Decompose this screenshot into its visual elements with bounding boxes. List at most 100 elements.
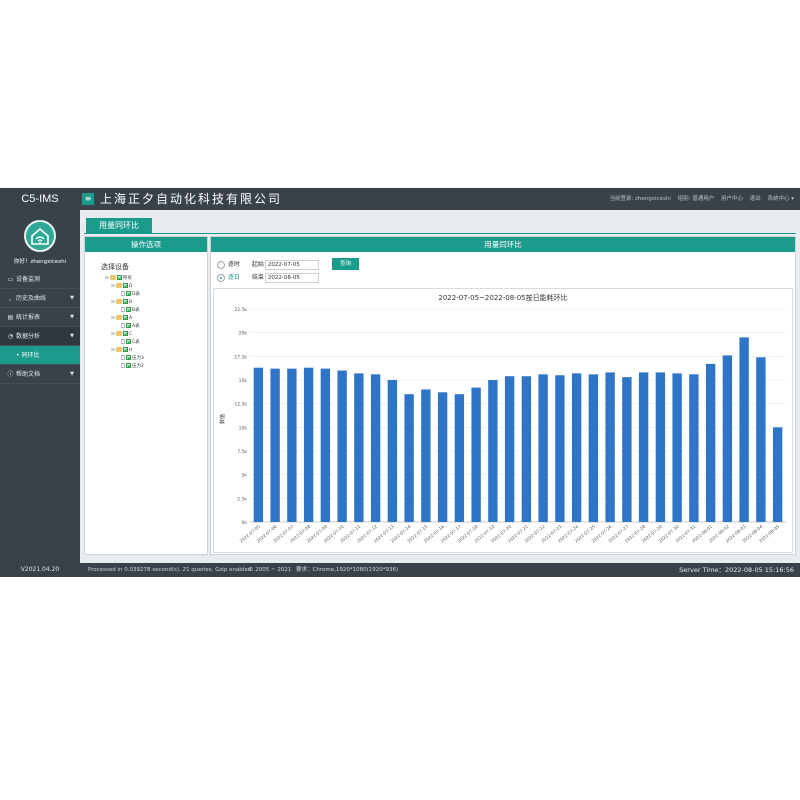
start-date-input[interactable]: 2022-07-05 (264, 260, 319, 270)
bar[interactable] (689, 374, 699, 522)
tree-node[interactable]: C表 (101, 339, 207, 347)
brand-logo: C5-IMS (21, 193, 59, 205)
checkbox[interactable] (123, 315, 128, 320)
sidebar-item-yoy[interactable]: • 同环比 (0, 346, 80, 365)
query-button[interactable]: 查询 (332, 258, 359, 270)
radio-hourly[interactable] (217, 261, 225, 269)
checkbox[interactable] (126, 291, 131, 296)
tree-node[interactable]: 压力2 (101, 363, 207, 371)
avatar (24, 220, 56, 252)
sidebar-nav: ▭ 设备监测 ⌞ 历史及曲线 ▼ ▤ 统计报表 ▼ ◔ 数据分析 ▼ • 同环比 ⓘ 帮助… (0, 270, 80, 384)
bar[interactable] (471, 387, 481, 522)
folder-icon (116, 331, 122, 336)
checkbox[interactable] (126, 355, 131, 360)
bar[interactable] (421, 389, 431, 522)
bar[interactable] (588, 374, 599, 522)
chevron-down-icon: ▼ (70, 333, 74, 339)
bar[interactable] (303, 367, 314, 522)
logout-link[interactable]: 退出 (750, 196, 761, 202)
bar[interactable] (488, 380, 498, 522)
chart-icon: ⌞ (9, 295, 12, 302)
chevron-down-icon: ▼ (70, 371, 74, 377)
bar[interactable] (387, 380, 398, 522)
sidebar-item-analysis[interactable]: ◔ 数据分析 ▼ (0, 327, 80, 346)
sidebar-item-help[interactable]: ⓘ 帮助文档 ▼ (0, 365, 80, 384)
user-center-link[interactable]: 用户中心 (721, 196, 743, 202)
query-form: 逐时 起始 2022-07-05 逐日 结束 2022-08-05 (217, 259, 319, 285)
house-wifi-icon (31, 227, 49, 245)
tree-node[interactable]: ⊟ C (101, 331, 207, 339)
bar[interactable] (756, 357, 766, 522)
checkbox[interactable] (126, 339, 131, 344)
bar[interactable] (622, 377, 632, 522)
tree-node[interactable]: ⊟ D (101, 283, 207, 291)
bar[interactable] (705, 363, 716, 522)
help-icon: ⓘ (7, 371, 14, 378)
sidebar-item-history[interactable]: ⌞ 历史及曲线 ▼ (0, 289, 80, 308)
footer-browser-requirement: 要求：Chrome,1920*1080(1920*936) (296, 567, 399, 573)
y-tick-label: 22.5k (234, 307, 247, 313)
system-center-menu[interactable]: 系统中心 ▾ (767, 196, 794, 202)
bar[interactable] (605, 372, 615, 522)
checkbox[interactable] (123, 283, 128, 288)
y-tick-label: 2.5k (237, 496, 247, 502)
bar[interactable] (253, 367, 264, 522)
bar[interactable] (672, 373, 682, 522)
bar[interactable] (772, 427, 783, 522)
top-header: C5-IMS ≡ 上海正夕自动化科技有限公司 当前登录: zhengxicesh… (0, 188, 800, 210)
bar[interactable] (287, 368, 297, 522)
checkbox[interactable] (126, 323, 131, 328)
end-date-input[interactable]: 2022-08-05 (264, 273, 319, 283)
bar[interactable] (655, 372, 666, 522)
y-tick-label: 12.5k (234, 402, 247, 408)
bar[interactable] (538, 374, 548, 522)
bar[interactable] (739, 337, 749, 522)
bar[interactable] (270, 368, 280, 522)
analysis-panel-title: 用量同环比 (211, 237, 795, 252)
checkbox[interactable] (126, 307, 131, 312)
tab-usage-yoy[interactable]: 用量同环比 (86, 218, 152, 233)
checkbox[interactable] (117, 275, 122, 280)
checkbox[interactable] (123, 299, 128, 304)
bar[interactable] (638, 372, 649, 522)
bar[interactable] (370, 374, 381, 522)
bar[interactable] (504, 376, 515, 522)
tree-node[interactable]: ⊟ 所有 (101, 275, 207, 283)
bar[interactable] (555, 375, 565, 522)
bar[interactable] (722, 355, 733, 522)
monitor-icon: ▭ (7, 276, 14, 283)
bar[interactable] (454, 394, 465, 522)
checkbox[interactable] (123, 331, 128, 336)
bar[interactable] (337, 370, 347, 522)
bar[interactable] (521, 376, 532, 522)
server-time: Server Time：2022-08-05 15:16:56 (679, 566, 794, 574)
bar[interactable] (437, 392, 448, 522)
group-info: 组别: 普通用户 (677, 196, 715, 202)
chart-container: 2022-07-05~2022-08-05按日能耗环比 数值 0k 2.5k 5k 7… (213, 288, 793, 553)
tree-node[interactable]: B表 (101, 307, 207, 315)
tree-title: 选择设备 (101, 263, 129, 271)
checkbox[interactable] (123, 347, 128, 352)
tree-node[interactable]: D表 (101, 291, 207, 299)
footer-processed: Processed in 0.039278 second(s), 21 quer… (88, 567, 253, 573)
document-icon (121, 307, 125, 312)
query-row-start: 逐时 起始 2022-07-05 (217, 259, 319, 271)
sidebar-item-device-monitor[interactable]: ▭ 设备监测 (0, 270, 80, 289)
bar[interactable] (354, 373, 364, 522)
checkbox[interactable] (126, 363, 131, 368)
chevron-down-icon: ▼ (70, 314, 74, 320)
bar[interactable] (404, 394, 414, 522)
sidebar-item-report[interactable]: ▤ 统计报表 ▼ (0, 308, 80, 327)
bar[interactable] (320, 368, 331, 522)
menu-toggle-icon[interactable]: ≡ (82, 193, 94, 205)
folder-icon (110, 275, 116, 280)
tree-node[interactable]: A表 (101, 323, 207, 331)
tree-node[interactable]: ⊟ H (101, 347, 207, 355)
tab-underline (84, 233, 796, 234)
tree-node[interactable]: ⊟ B (101, 299, 207, 307)
y-tick-label: 17.5k (234, 354, 247, 360)
tree-node[interactable]: 压力3 (101, 355, 207, 363)
bar[interactable] (571, 373, 582, 522)
tree-node[interactable]: ⊟ A (101, 315, 207, 323)
radio-daily[interactable] (217, 274, 225, 282)
